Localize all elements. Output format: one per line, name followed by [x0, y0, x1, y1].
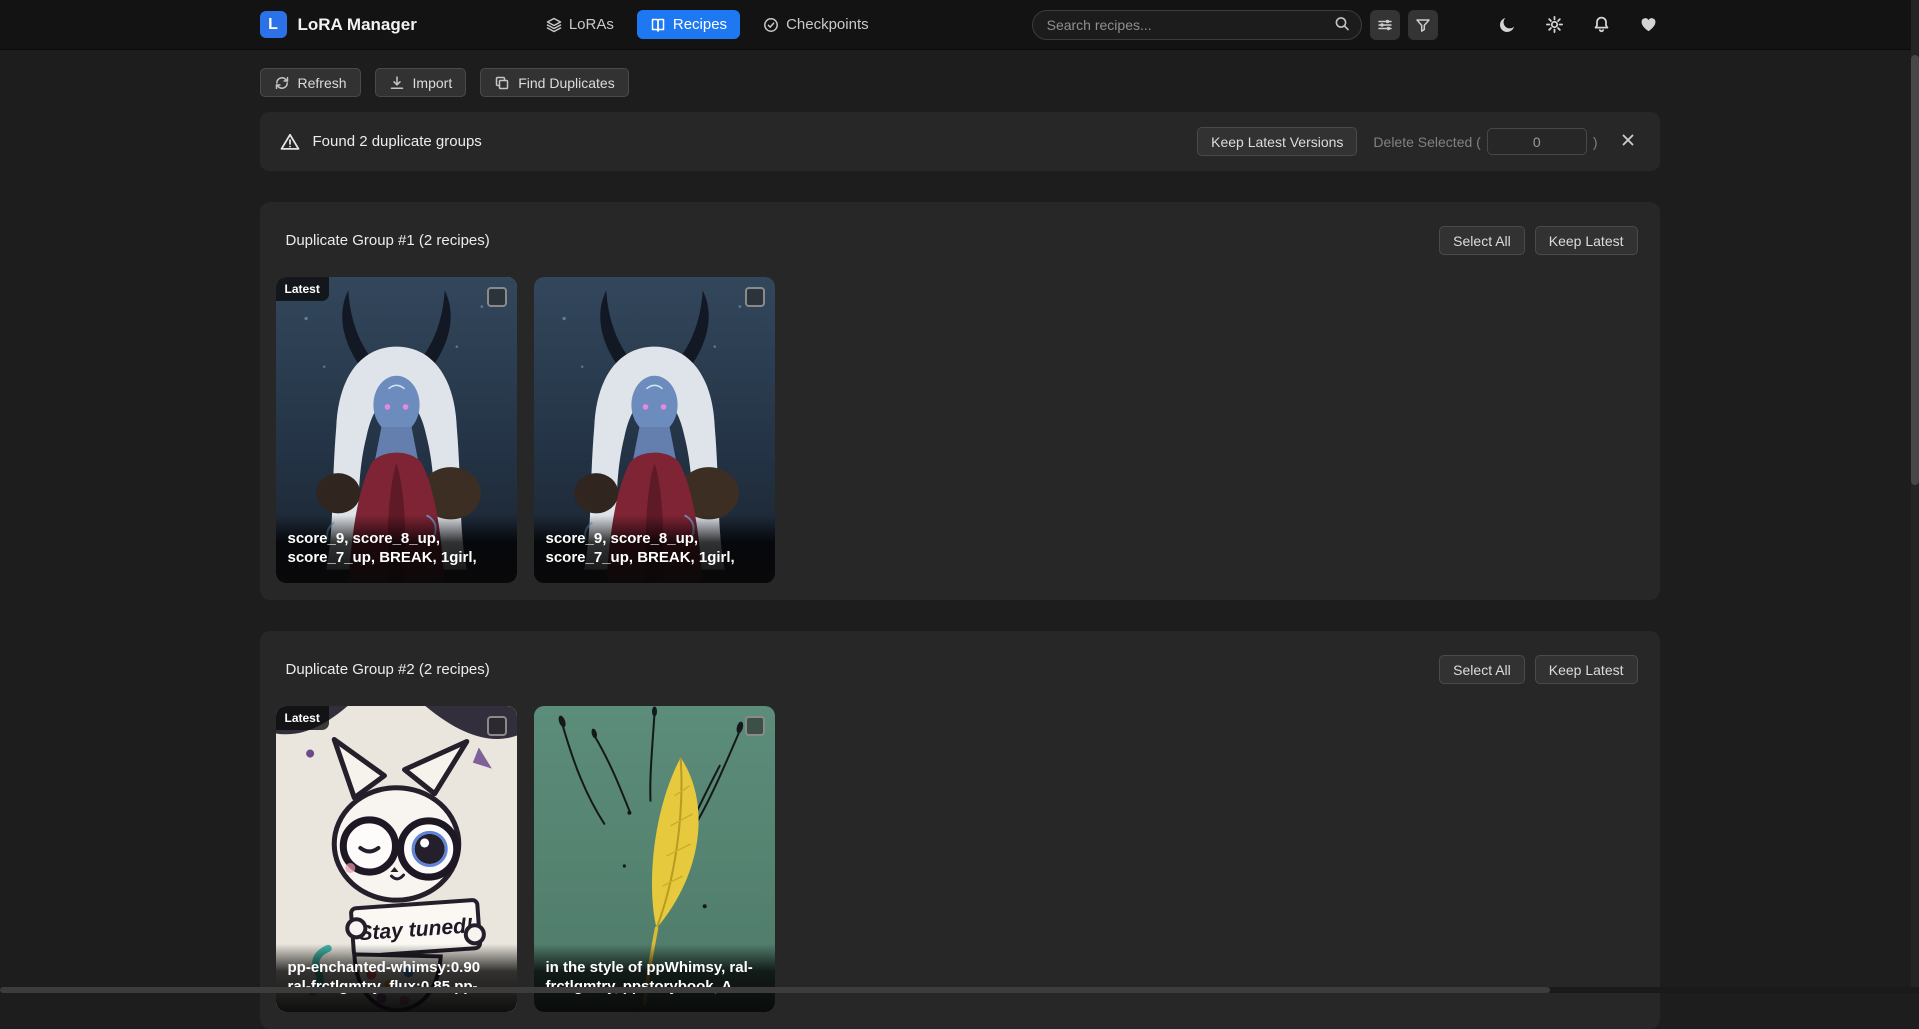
duplicate-group-1: Duplicate Group #1 (2 recipes) Select Al…	[260, 202, 1660, 600]
warning-icon	[280, 132, 300, 152]
find-duplicates-label: Find Duplicates	[518, 75, 615, 91]
layers-icon	[546, 17, 562, 33]
horizontal-scrollbar-thumb[interactable]	[0, 987, 1550, 993]
recipe-card[interactable]: score_9, score_8_up, score_7_up, BREAK, …	[534, 277, 775, 583]
notifications-button[interactable]	[1590, 13, 1613, 36]
select-checkbox[interactable]	[487, 716, 507, 736]
vertical-scrollbar[interactable]	[1911, 0, 1919, 993]
group-header: Duplicate Group #1 (2 recipes) Select Al…	[276, 218, 1644, 277]
tab-label: LoRAs	[569, 16, 614, 33]
navbar: L LoRA Manager LoRAs Recipes C	[0, 0, 1919, 50]
tab-label: Recipes	[673, 16, 727, 33]
group-title: Duplicate Group #2 (2 recipes)	[286, 661, 490, 678]
group-actions: Select All Keep Latest	[1439, 226, 1637, 255]
banner-message: Found 2 duplicate groups	[313, 133, 482, 150]
find-duplicates-button[interactable]: Find Duplicates	[480, 68, 629, 97]
delete-selected-suffix: )	[1593, 134, 1598, 150]
bell-icon	[1592, 15, 1611, 34]
navbar-utilities	[1496, 13, 1660, 36]
recipe-card[interactable]: in the style of ppWhimsy, ral-frctlgmtry…	[534, 706, 775, 1012]
copy-icon	[494, 75, 510, 91]
search-icon	[1334, 15, 1350, 31]
select-checkbox[interactable]	[745, 716, 765, 736]
tab-recipes[interactable]: Recipes	[637, 10, 740, 39]
tab-loras[interactable]: LoRAs	[533, 10, 627, 39]
card-grid: Latest score_9, score_8_up, score_7_up, …	[276, 277, 1644, 583]
horizontal-scrollbar[interactable]	[0, 987, 1919, 993]
filter-funnel-button[interactable]	[1408, 10, 1438, 40]
recipe-card[interactable]: Latest score_9, score_8_up, score_7_up, …	[276, 277, 517, 583]
recipe-caption: score_9, score_8_up, score_7_up, BREAK, …	[276, 515, 517, 583]
check-circle-icon	[763, 17, 779, 33]
group-actions: Select All Keep Latest	[1439, 655, 1637, 684]
filter-sliders-button[interactable]	[1370, 10, 1400, 40]
group-header: Duplicate Group #2 (2 recipes) Select Al…	[276, 647, 1644, 706]
recipe-caption: in the style of ppWhimsy, ral-frctlgmtry…	[534, 944, 775, 1012]
latest-badge: Latest	[276, 706, 329, 730]
import-button[interactable]: Import	[375, 68, 467, 97]
nav-tabs: LoRAs Recipes Checkpoints	[533, 10, 882, 39]
select-checkbox[interactable]	[745, 287, 765, 307]
duplicate-group-2: Duplicate Group #2 (2 recipes) Select Al…	[260, 631, 1660, 1029]
group-title: Duplicate Group #1 (2 recipes)	[286, 232, 490, 249]
recipe-card[interactable]: Stay tuned! Latest pp-enchanted-whimsy:0…	[276, 706, 517, 1012]
import-label: Import	[413, 75, 453, 91]
card-grid: Stay tuned! Latest pp-enchanted-whimsy:0…	[276, 706, 1644, 1012]
select-all-button[interactable]: Select All	[1439, 226, 1525, 255]
keep-latest-versions-button[interactable]: Keep Latest Versions	[1197, 127, 1357, 156]
tab-label: Checkpoints	[786, 16, 869, 33]
refresh-label: Refresh	[298, 75, 347, 91]
search-input[interactable]	[1032, 10, 1362, 40]
recipe-caption: pp-enchanted-whimsy:0.90 ral-frctlgmtry_…	[276, 944, 517, 1012]
select-all-button[interactable]: Select All	[1439, 655, 1525, 684]
keep-latest-button[interactable]: Keep Latest	[1535, 655, 1638, 684]
import-icon	[389, 75, 405, 91]
recipe-caption: score_9, score_8_up, score_7_up, BREAK, …	[534, 515, 775, 583]
refresh-button[interactable]: Refresh	[260, 68, 361, 97]
moon-icon	[1498, 15, 1517, 34]
app-logo: L	[260, 11, 287, 38]
delete-count-input[interactable]	[1487, 128, 1587, 155]
close-banner-button[interactable]	[1616, 128, 1640, 155]
search-button[interactable]	[1326, 11, 1358, 38]
gear-icon	[1545, 15, 1564, 34]
favorites-button[interactable]	[1637, 13, 1660, 36]
delete-selected-control: Delete Selected ( )	[1373, 128, 1597, 155]
delete-selected-prefix: Delete Selected (	[1373, 134, 1480, 150]
logo-letter: L	[268, 16, 278, 34]
sliders-icon	[1377, 17, 1393, 33]
search-box	[1032, 10, 1362, 40]
app-title: LoRA Manager	[298, 15, 417, 35]
funnel-icon	[1415, 17, 1431, 33]
duplicates-banner: Found 2 duplicate groups Keep Latest Ver…	[260, 112, 1660, 171]
keep-latest-button[interactable]: Keep Latest	[1535, 226, 1638, 255]
select-checkbox[interactable]	[487, 287, 507, 307]
main-content: Refresh Import Find Duplicates Found 2 d…	[260, 68, 1660, 1029]
tab-checkpoints[interactable]: Checkpoints	[750, 10, 882, 39]
heart-icon	[1639, 15, 1658, 34]
latest-badge: Latest	[276, 277, 329, 301]
vertical-scrollbar-thumb[interactable]	[1911, 55, 1919, 485]
brand[interactable]: L LoRA Manager	[260, 11, 417, 38]
close-icon	[1620, 132, 1636, 148]
banner-actions: Keep Latest Versions Delete Selected ( )	[1197, 127, 1639, 156]
settings-button[interactable]	[1543, 13, 1566, 36]
theme-toggle-button[interactable]	[1496, 13, 1519, 36]
recipes-toolbar: Refresh Import Find Duplicates	[260, 68, 1660, 97]
refresh-icon	[274, 75, 290, 91]
book-icon	[650, 17, 666, 33]
